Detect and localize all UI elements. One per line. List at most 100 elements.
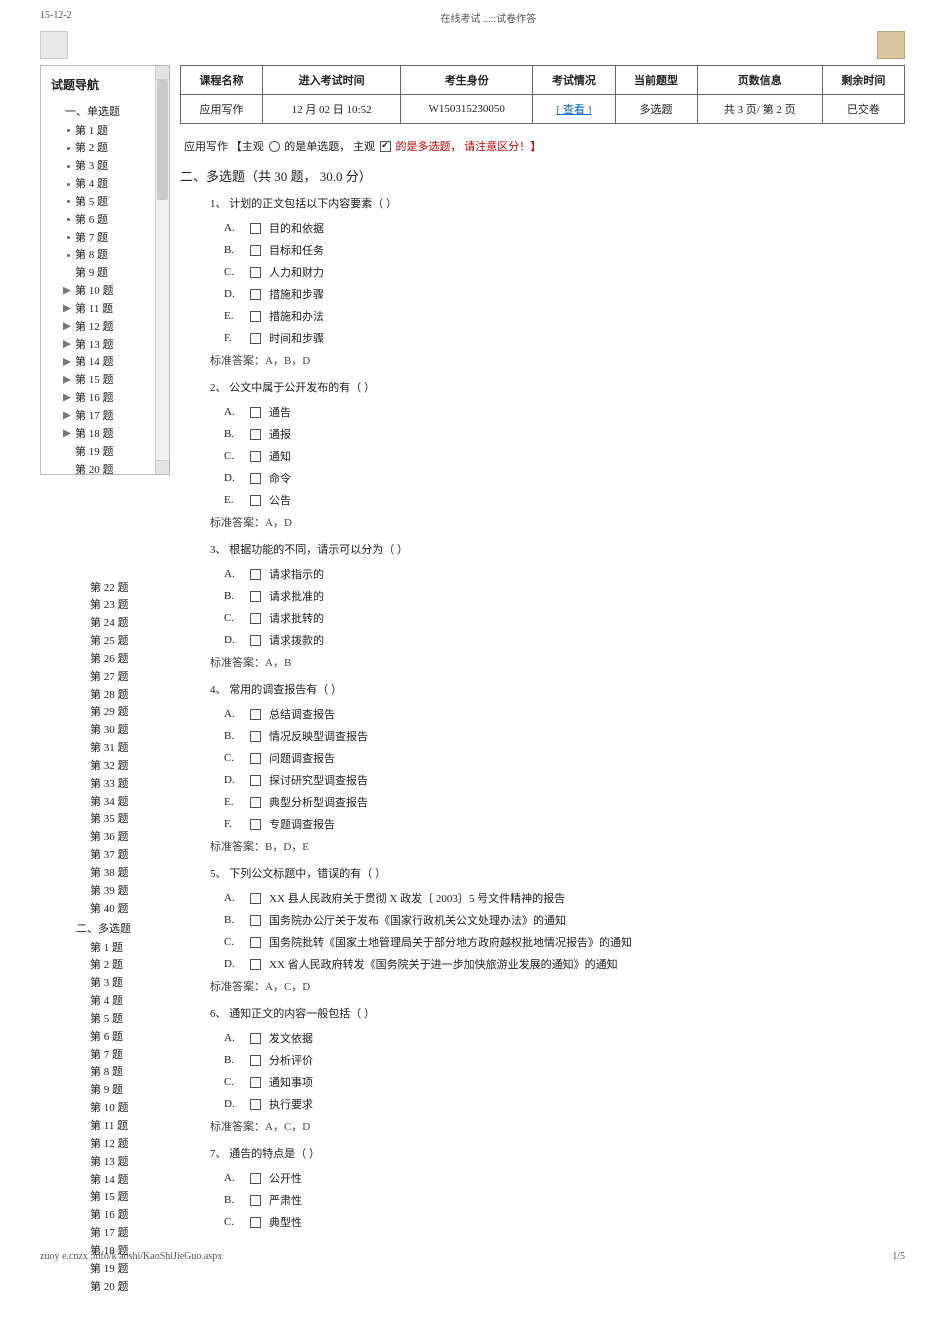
option-row[interactable]: E.措施和办法 <box>210 305 905 327</box>
nav-item-sec2-15[interactable]: 第 15 题 <box>40 1189 170 1207</box>
checkbox-icon[interactable] <box>250 333 261 344</box>
scroll-thumb[interactable] <box>157 80 168 200</box>
option-row[interactable]: C.通知事项 <box>210 1071 905 1093</box>
nav-item-sec1-22[interactable]: 第 22 题 <box>40 579 170 597</box>
nav-item-sec1-36[interactable]: 第 36 题 <box>40 829 170 847</box>
nav-item-sec2-3[interactable]: 第 3 题 <box>40 975 170 993</box>
nav-item-sec1-16[interactable]: 第 16 题 <box>47 390 151 408</box>
checkbox-icon[interactable] <box>250 775 261 786</box>
option-row[interactable]: E.公告 <box>210 489 905 511</box>
option-row[interactable]: B.严肃性 <box>210 1189 905 1211</box>
nav-item-sec1-40[interactable]: 第 40 题 <box>40 900 170 918</box>
option-row[interactable]: C.请求批转的 <box>210 607 905 629</box>
checkbox-icon[interactable] <box>250 1173 261 1184</box>
nav-item-sec1-38[interactable]: 第 38 题 <box>40 865 170 883</box>
checkbox-icon[interactable] <box>250 1033 261 1044</box>
checkbox-icon[interactable] <box>250 289 261 300</box>
option-row[interactable]: B.分析评价 <box>210 1049 905 1071</box>
option-row[interactable]: D.措施和步骤 <box>210 283 905 305</box>
nav-item-sec2-7[interactable]: 第 7 题 <box>40 1046 170 1064</box>
nav-item-sec2-6[interactable]: 第 6 题 <box>40 1028 170 1046</box>
nav-item-sec2-2[interactable]: 第 2 题 <box>40 957 170 975</box>
nav-item-sec1-15[interactable]: 第 15 题 <box>47 372 151 390</box>
nav-item-sec1-35[interactable]: 第 35 题 <box>40 811 170 829</box>
checkbox-icon[interactable] <box>250 937 261 948</box>
nav-item-sec2-5[interactable]: 第 5 题 <box>40 1010 170 1028</box>
nav-item-sec2-12[interactable]: 第 12 题 <box>40 1135 170 1153</box>
nav-item-sec1-34[interactable]: 第 34 题 <box>40 793 170 811</box>
nav-item-sec2-14[interactable]: 第 14 题 <box>40 1171 170 1189</box>
nav-item-sec2-8[interactable]: 第 8 题 <box>40 1064 170 1082</box>
nav-item-sec1-33[interactable]: 第 33 题 <box>40 775 170 793</box>
checkbox-icon[interactable] <box>250 591 261 602</box>
option-row[interactable]: D.探讨研究型调查报告 <box>210 769 905 791</box>
checkbox-icon[interactable] <box>250 245 261 256</box>
nav-item-sec1-1[interactable]: 第 1 题 <box>47 122 151 140</box>
checkbox-icon[interactable] <box>250 731 261 742</box>
option-row[interactable]: A.总结调查报告 <box>210 703 905 725</box>
nav-item-sec1-18[interactable]: 第 18 题 <box>47 425 151 443</box>
nav-item-sec1-39[interactable]: 第 39 题 <box>40 882 170 900</box>
option-row[interactable]: C.典型性 <box>210 1211 905 1233</box>
checkbox-icon[interactable] <box>250 613 261 624</box>
nav-item-sec2-18[interactable]: 第 18 题 <box>40 1242 170 1260</box>
nav-item-sec2-17[interactable]: 第 17 题 <box>40 1225 170 1243</box>
checkbox-icon[interactable] <box>250 709 261 720</box>
checkbox-icon[interactable] <box>250 893 261 904</box>
checkbox-icon[interactable] <box>250 223 261 234</box>
nav-item-sec2-20[interactable]: 第 20 题 <box>40 1278 170 1296</box>
checkbox-icon[interactable] <box>250 819 261 830</box>
sidebar-scrollbar[interactable] <box>155 66 169 474</box>
nav-item-sec1-32[interactable]: 第 32 题 <box>40 757 170 775</box>
nav-item-sec1-31[interactable]: 第 31 题 <box>40 740 170 758</box>
option-row[interactable]: D.执行要求 <box>210 1093 905 1115</box>
nav-item-sec1-19[interactable]: 第 19 题 <box>47 443 151 461</box>
option-row[interactable]: B.国务院办公厅关于发布《国家行政机关公文处理办法》的通知 <box>210 909 905 931</box>
option-row[interactable]: A.请求指示的 <box>210 563 905 585</box>
checkbox-icon[interactable] <box>250 1055 261 1066</box>
nav-item-sec2-13[interactable]: 第 13 题 <box>40 1153 170 1171</box>
nav-item-sec1-28[interactable]: 第 28 题 <box>40 686 170 704</box>
checkbox-icon[interactable] <box>250 1077 261 1088</box>
nav-item-sec1-10[interactable]: 第 10 题 <box>47 283 151 301</box>
nav-item-sec1-23[interactable]: 第 23 题 <box>40 597 170 615</box>
scroll-down-icon[interactable] <box>156 460 169 474</box>
nav-item-sec1-20[interactable]: 第 20 题 <box>47 461 151 475</box>
nav-item-sec2-1[interactable]: 第 1 题 <box>40 939 170 957</box>
nav-item-sec1-24[interactable]: 第 24 题 <box>40 615 170 633</box>
nav-item-sec1-8[interactable]: 第 8 题 <box>47 247 151 265</box>
nav-item-sec2-10[interactable]: 第 10 题 <box>40 1100 170 1118</box>
checkbox-icon[interactable] <box>250 635 261 646</box>
nav-item-sec1-12[interactable]: 第 12 题 <box>47 318 151 336</box>
option-row[interactable]: B.目标和任务 <box>210 239 905 261</box>
nav-item-sec1-27[interactable]: 第 27 题 <box>40 668 170 686</box>
nav-item-sec1-11[interactable]: 第 11 题 <box>47 300 151 318</box>
nav-item-sec1-26[interactable]: 第 26 题 <box>40 650 170 668</box>
nav-item-sec2-19[interactable]: 第 19 题 <box>40 1260 170 1278</box>
nav-item-sec1-4[interactable]: 第 4 题 <box>47 176 151 194</box>
option-row[interactable]: B.情况反映型调查报告 <box>210 725 905 747</box>
option-row[interactable]: A.XX 县人民政府关于贯彻 X 政发〔 2003〕5 号文件精神的报告 <box>210 887 905 909</box>
checkbox-icon[interactable] <box>250 267 261 278</box>
nav-item-sec1-25[interactable]: 第 25 题 <box>40 633 170 651</box>
checkbox-icon[interactable] <box>250 569 261 580</box>
checkbox-icon[interactable] <box>250 495 261 506</box>
option-row[interactable]: D.命令 <box>210 467 905 489</box>
option-row[interactable]: C.国务院批转《国家土地管理局关于部分地方政府越权批地情况报告》的通知 <box>210 931 905 953</box>
nav-item-sec1-2[interactable]: 第 2 题 <box>47 140 151 158</box>
checkbox-icon[interactable] <box>250 407 261 418</box>
option-row[interactable]: A.目的和依据 <box>210 217 905 239</box>
option-row[interactable]: A.通告 <box>210 401 905 423</box>
nav-item-sec1-17[interactable]: 第 17 题 <box>47 408 151 426</box>
option-row[interactable]: B.请求批准的 <box>210 585 905 607</box>
checkbox-icon[interactable] <box>250 915 261 926</box>
nav-item-sec2-9[interactable]: 第 9 题 <box>40 1082 170 1100</box>
nav-item-sec1-29[interactable]: 第 29 题 <box>40 704 170 722</box>
view-status-link[interactable]: [ 查看 ] <box>557 104 592 116</box>
nav-item-sec1-3[interactable]: 第 3 题 <box>47 158 151 176</box>
checkbox-icon[interactable] <box>250 753 261 764</box>
checkbox-icon[interactable] <box>250 473 261 484</box>
option-row[interactable]: C.问题调查报告 <box>210 747 905 769</box>
nav-item-sec1-5[interactable]: 第 5 题 <box>47 193 151 211</box>
nav-item-sec2-11[interactable]: 第 11 题 <box>40 1117 170 1135</box>
